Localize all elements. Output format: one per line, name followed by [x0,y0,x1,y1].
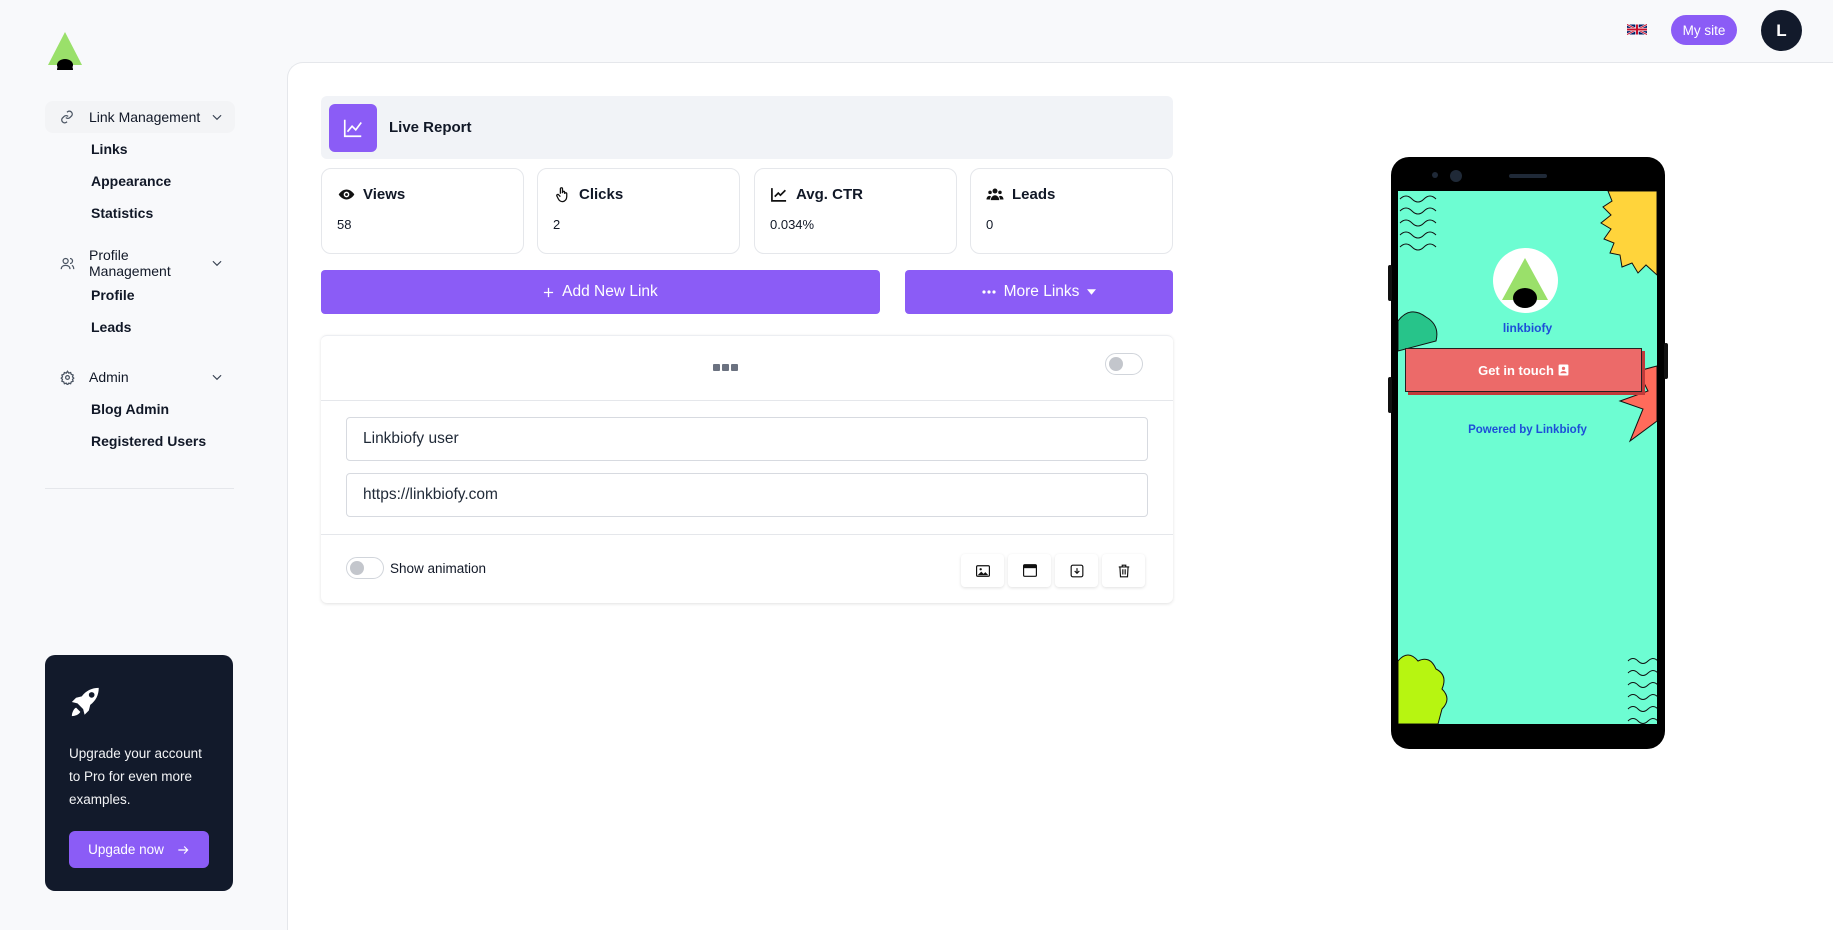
contact-card-icon [1558,364,1569,376]
link-url-input[interactable]: https://linkbiofy.com [346,473,1148,517]
stat-value: 0.034% [770,217,815,232]
stat-label: Leads [1012,185,1056,203]
plus-icon [544,287,554,297]
stat-value: 2 [553,217,561,232]
stat-label: Avg. CTR [796,185,863,203]
ellipsis-icon [981,290,996,294]
link-title-input[interactable]: Linkbiofy user [346,417,1148,461]
drag-handle-icon[interactable] [713,362,739,372]
upgrade-now-button[interactable]: Upgade now [69,831,209,868]
nav-item-statistics[interactable]: Statistics [91,197,235,229]
nav-item-links[interactable]: Links [91,133,235,165]
chevron-down-icon [209,109,225,125]
chart-line-icon [770,185,788,203]
eye-icon [337,185,355,203]
nav-link-management[interactable]: Link Management [45,101,235,133]
live-report-title: Live Report [389,119,472,136]
image-icon [975,564,990,577]
nav-link-management-label: Link Management [89,109,201,125]
stat-card-leads: Leads 0 [970,168,1173,254]
download-icon [1070,564,1083,577]
card-divider [321,400,1173,401]
upgrade-message: Upgrade your account to Pro for even mor… [69,746,202,807]
stat-card-avg-ctr: Avg. CTR 0.034% [754,168,957,254]
trash-icon [1118,564,1129,577]
nav-profile-management[interactable]: Profile Management [45,247,235,279]
user-avatar[interactable]: L [1761,10,1802,51]
chart-line-icon [329,103,377,152]
card-divider [321,534,1173,535]
my-site-button[interactable]: My site [1671,15,1737,45]
stat-card-views: Views 58 [321,168,524,254]
preview-screen: linkbiofy Get in touch Powered by Linkbi… [1398,191,1657,724]
users-icon [986,185,1004,203]
upgrade-card: Upgrade your account to Pro for even mor… [45,655,233,891]
nav-item-leads[interactable]: Leads [91,311,235,343]
nav-item-blog-admin[interactable]: Blog Admin [91,393,235,425]
preview-avatar [1493,248,1558,313]
link-card: Linkbiofy user https://linkbiofy.com Sho… [321,335,1173,603]
nav-item-registered-users[interactable]: Registered Users [91,425,235,457]
delete-button[interactable] [1102,554,1145,587]
pointer-hand-icon [553,185,571,203]
show-animation-label: Show animation [390,561,487,576]
preview-name: linkbiofy [1502,321,1553,335]
stat-card-clicks: Clicks 2 [537,168,740,254]
chevron-down-icon [209,255,225,271]
more-links-label: More Links [1003,283,1080,300]
nav-admin[interactable]: Admin [45,361,235,393]
arrow-right-icon [178,845,189,854]
image-button[interactable] [961,554,1004,587]
live-report-bar: Live Report [321,96,1173,159]
nav-sub-admin: Blog Admin Registered Users [45,393,235,457]
chevron-down-icon [209,369,225,385]
get-in-touch-button[interactable]: Get in touch [1405,348,1642,392]
link-icon [59,109,75,125]
add-new-link-button[interactable]: Add New Link [321,270,880,314]
gear-icon [59,369,75,385]
sidebar-divider [45,488,234,489]
nav-group-profile-management: Profile Management Profile Leads [45,247,235,343]
logo[interactable] [47,32,83,70]
upgrade-now-label: Upgade now [88,842,164,857]
more-links-button[interactable]: More Links [905,270,1173,314]
caret-down-icon [1087,289,1097,295]
link-enabled-toggle[interactable] [1105,353,1143,375]
schedule-button[interactable] [1008,554,1051,587]
nav-group-link-management: Link Management Links Appearance Statist… [45,101,235,229]
mobile-preview: linkbiofy Get in touch Powered by Linkbi… [1388,157,1668,749]
nav-profile-management-label: Profile Management [89,247,171,279]
stat-value: 0 [986,217,994,232]
uk-flag-icon[interactable] [1627,22,1647,37]
add-new-link-label: Add New Link [562,283,658,300]
stat-label: Views [363,185,406,203]
rocket-icon [71,687,99,717]
nav-sub-link-management: Links Appearance Statistics [45,133,235,229]
nav-sub-profile-management: Profile Leads [45,279,235,343]
download-button[interactable] [1055,554,1098,587]
stat-value: 58 [337,217,352,232]
get-in-touch-label: Get in touch [1478,362,1554,378]
nav-group-admin: Admin Blog Admin Registered Users [45,361,235,457]
stat-label: Clicks [579,185,624,203]
nav-item-appearance[interactable]: Appearance [91,165,235,197]
show-animation-toggle[interactable] [346,557,384,579]
powered-by-link[interactable]: Powered by Linkbiofy [1398,424,1657,436]
calendar-window-icon [1022,564,1037,577]
users-icon [59,255,75,271]
nav-item-profile[interactable]: Profile [91,279,235,311]
sidebar: Link Management Links Appearance Statist… [0,0,287,930]
nav-admin-label: Admin [89,369,129,385]
